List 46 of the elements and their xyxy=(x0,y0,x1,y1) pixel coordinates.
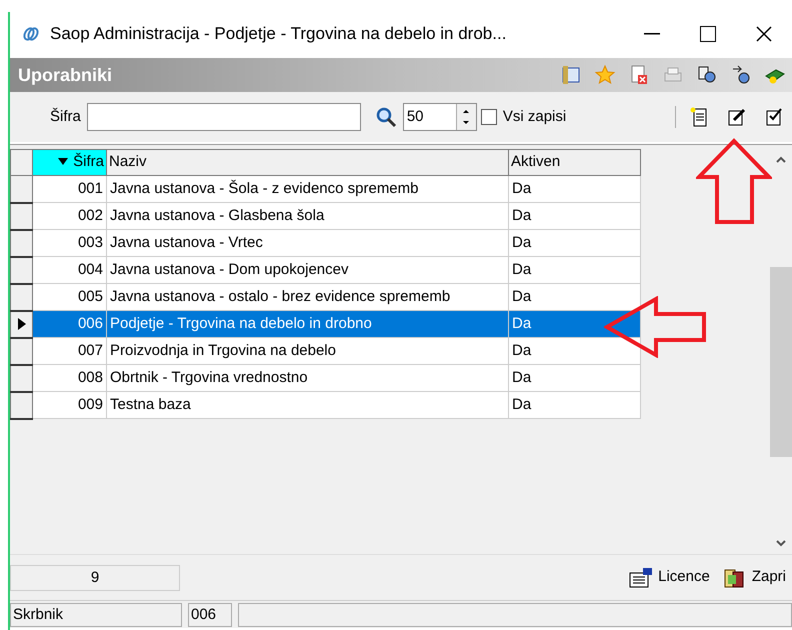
column-header[interactable]: Naziv xyxy=(106,150,508,176)
star-icon[interactable] xyxy=(594,64,616,86)
certificate-icon xyxy=(628,566,654,588)
app-logo-icon xyxy=(22,25,40,43)
header-title: Uporabniki xyxy=(18,64,112,87)
search-icon[interactable] xyxy=(374,106,397,128)
row-indicator[interactable] xyxy=(10,364,32,392)
table-row[interactable]: 003 Javna ustanova - Vrtec Da xyxy=(10,230,640,256)
table-row[interactable]: 002 Javna ustanova - Glasbena šola Da xyxy=(10,202,640,230)
licence-button[interactable]: Licence xyxy=(622,562,716,592)
column-header[interactable]: Aktiven xyxy=(508,150,640,176)
table-row[interactable]: 005 Javna ustanova - ostalo - brez evidence sprememb Da xyxy=(10,284,640,310)
table-row[interactable]: 001 Javna ustanova - Šola - z evidenco sprememb Da xyxy=(10,176,640,202)
row-indicator[interactable] xyxy=(10,392,32,418)
code-label: Šifra xyxy=(50,106,81,127)
table-row[interactable]: 008 Obrtnik - Trgovina vrednostno Da xyxy=(10,364,640,392)
sort-descending-icon xyxy=(58,158,68,166)
row-indicator[interactable] xyxy=(10,284,32,310)
table-cell: 009 xyxy=(32,392,106,418)
minimize-icon xyxy=(644,33,660,35)
column-header[interactable]: Šifra xyxy=(32,150,106,176)
table-row[interactable]: 009 Testna baza Da xyxy=(10,392,640,418)
row-indicator[interactable] xyxy=(10,310,32,338)
close-icon xyxy=(756,26,772,42)
table-row[interactable]: 004 Javna ustanova - Dom upokojencev Da xyxy=(10,256,640,284)
status-user: Skrbnik xyxy=(10,602,182,626)
row-indicator[interactable] xyxy=(10,256,32,284)
count-spinner[interactable]: 50 xyxy=(402,103,477,131)
row-indicator[interactable] xyxy=(10,338,32,364)
table-cell: Testna baza xyxy=(106,392,508,418)
edit-document-icon[interactable] xyxy=(726,106,748,128)
all-records-checkbox[interactable] xyxy=(480,109,497,125)
maximize-icon xyxy=(700,26,716,42)
status-code: 006 xyxy=(188,602,232,626)
database-arrow-icon[interactable] xyxy=(730,64,752,86)
window-title: Saop Administracija - Podjetje - Trgovina na debelo in drob... xyxy=(50,23,506,46)
columns-icon[interactable] xyxy=(560,64,582,86)
record-count: 9 xyxy=(10,564,180,590)
all-records-label: Vsi zapisi xyxy=(502,106,566,127)
row-indicator[interactable] xyxy=(10,202,32,230)
table-row[interactable]: 007 Proizvodnja in Trgovina na debelo Da xyxy=(10,338,640,364)
code-input-field[interactable] xyxy=(86,103,361,131)
row-indicator[interactable] xyxy=(10,230,32,256)
close-window-button[interactable]: Zapri xyxy=(716,562,792,592)
table-cell: Da xyxy=(508,392,640,418)
table-row[interactable]: 006 Podjetje - Trgovina na debelo in drobno Da xyxy=(10,310,640,338)
